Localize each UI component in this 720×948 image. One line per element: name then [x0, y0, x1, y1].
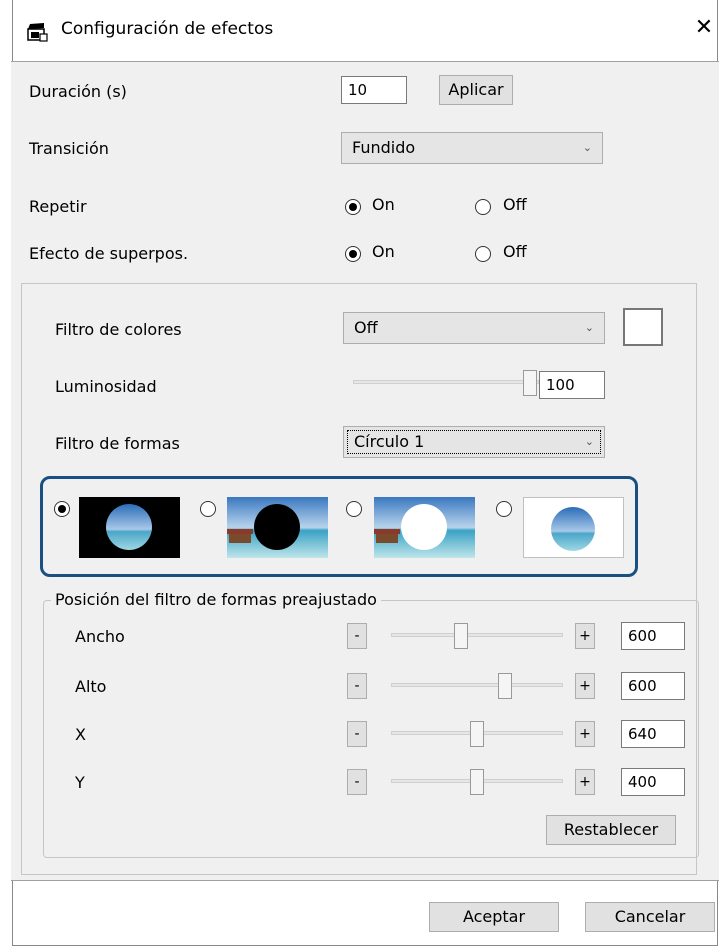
repeat-on-radio[interactable] — [345, 199, 361, 215]
overlay-off-radio[interactable] — [475, 246, 491, 262]
shape-option-2-radio[interactable] — [200, 501, 216, 517]
preset-alto-slider-thumb[interactable] — [498, 673, 512, 699]
transition-select[interactable]: Fundido ⌄ — [341, 132, 603, 164]
apply-button[interactable]: Aplicar — [439, 75, 513, 105]
transition-label: Transición — [29, 139, 109, 158]
preset-x-input[interactable]: 640 — [621, 720, 685, 748]
preset-y-slider-thumb[interactable] — [470, 769, 484, 795]
window-title: Configuración de efectos — [61, 19, 274, 39]
dialog-window: Configuración de efectos ✕ Duración (s) … — [11, 0, 719, 946]
color-filter-select[interactable]: Off ⌄ — [343, 312, 605, 344]
brightness-slider-track[interactable] — [353, 380, 539, 384]
shape-option-1-radio[interactable] — [54, 501, 70, 517]
shape-option-1-thumbnail[interactable] — [79, 497, 180, 558]
chevron-down-icon: ⌄ — [584, 435, 594, 448]
cancel-button[interactable]: Cancelar — [585, 902, 715, 932]
preset-x-slider-thumb[interactable] — [470, 721, 484, 747]
preset-alto-slider-track[interactable] — [391, 683, 563, 687]
preset-alto-plus-button[interactable]: + — [575, 673, 595, 699]
preset-ancho-slider-track[interactable] — [391, 633, 563, 637]
duration-input[interactable]: 10 — [341, 76, 407, 104]
preset-ancho-label: Ancho — [75, 627, 125, 646]
repeat-on-label: On — [372, 195, 395, 214]
preset-ancho-minus-button[interactable]: - — [347, 623, 367, 649]
title-bar: Configuración de efectos ✕ — [13, 0, 717, 60]
overlay-off-label: Off — [503, 242, 527, 261]
transition-select-value: Fundido — [352, 138, 416, 157]
brightness-label: Luminosidad — [55, 377, 157, 396]
circle-on-white-icon — [551, 507, 595, 551]
preset-alto-minus-button[interactable]: - — [347, 673, 367, 699]
preset-x-minus-button[interactable]: - — [347, 721, 367, 747]
preset-y-minus-button[interactable]: - — [347, 769, 367, 795]
overlay-on-radio[interactable] — [345, 246, 361, 262]
preset-ancho-plus-button[interactable]: + — [575, 623, 595, 649]
preset-ancho-input[interactable]: 600 — [621, 622, 685, 650]
shape-option-3-radio[interactable] — [346, 501, 362, 517]
brightness-slider-thumb[interactable] — [523, 370, 537, 396]
preset-position-legend: Posición del filtro de formas preajustad… — [51, 590, 381, 609]
duration-label: Duración (s) — [29, 82, 127, 101]
brightness-input[interactable]: 100 — [539, 371, 605, 399]
repeat-label: Repetir — [29, 197, 87, 216]
color-filter-label: Filtro de colores — [55, 320, 182, 339]
preset-alto-label: Alto — [75, 677, 107, 696]
repeat-off-label: Off — [503, 195, 527, 214]
chevron-down-icon: ⌄ — [584, 321, 594, 334]
preset-x-label: X — [75, 725, 86, 744]
shape-filter-select-value: Círculo 1 — [354, 432, 425, 451]
close-button[interactable]: ✕ — [693, 15, 715, 40]
preset-y-label: Y — [75, 773, 85, 792]
preset-ancho-slider-thumb[interactable] — [454, 623, 468, 649]
chevron-down-icon: ⌄ — [582, 141, 592, 154]
circle-shape-icon — [106, 504, 152, 550]
shape-option-2-thumbnail[interactable] — [227, 497, 328, 558]
overlay-on-label: On — [372, 242, 395, 261]
preset-x-plus-button[interactable]: + — [575, 721, 595, 747]
color-filter-select-value: Off — [354, 318, 378, 337]
clapperboard-icon — [27, 23, 48, 42]
shape-filter-select[interactable]: Círculo 1 ⌄ — [343, 426, 605, 458]
shape-option-4-thumbnail[interactable] — [523, 497, 624, 558]
overlay-label: Efecto de superpos. — [29, 244, 189, 263]
shape-filter-label: Filtro de formas — [55, 434, 180, 453]
preset-alto-input[interactable]: 600 — [621, 672, 685, 700]
scene-white-circle-icon — [374, 497, 475, 558]
preset-y-plus-button[interactable]: + — [575, 769, 595, 795]
color-swatch[interactable] — [623, 308, 663, 346]
repeat-off-radio[interactable] — [475, 199, 491, 215]
shape-option-4-radio[interactable] — [496, 501, 512, 517]
preset-y-input[interactable]: 400 — [621, 768, 685, 796]
ok-button[interactable]: Aceptar — [429, 902, 559, 932]
shape-option-3-thumbnail[interactable] — [374, 497, 475, 558]
reset-button[interactable]: Restablecer — [546, 815, 676, 845]
scene-black-circle-icon — [227, 497, 328, 558]
